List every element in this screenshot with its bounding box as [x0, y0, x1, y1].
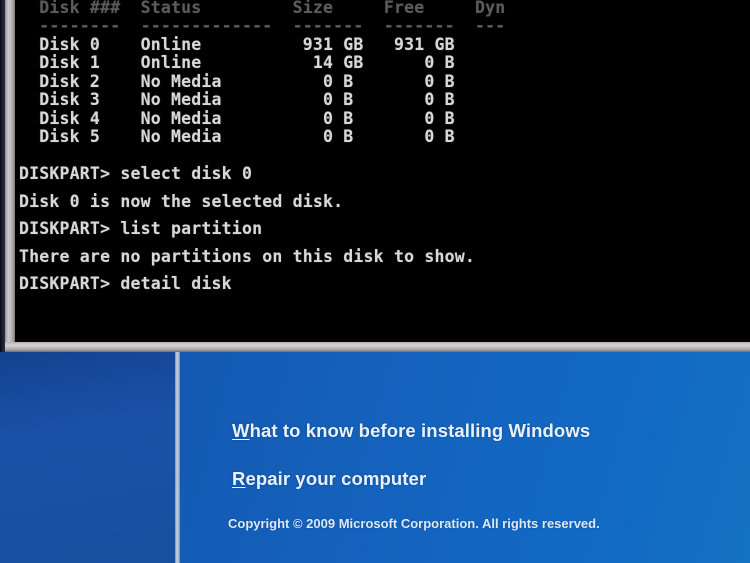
- console-window-left-border: [5, 0, 15, 352]
- setup-panel-divider: [175, 345, 180, 563]
- disk-table-header: -------- ------------- ------- ------- -…: [19, 16, 506, 35]
- copyright-notice: Copyright © 2009 Microsoft Corporation. …: [228, 516, 600, 531]
- console-line: There are no partitions on this disk to …: [19, 246, 476, 266]
- link-repair-your-computer-label: epair your computer: [245, 468, 427, 489]
- console-line: DISKPART> list partition: [19, 219, 263, 238]
- console-line: DISKPART> detail disk: [19, 274, 232, 293]
- console-line: Disk 5 No Media 0 B 0 B: [19, 127, 455, 146]
- console-line: Disk 4 No Media 0 B 0 B: [19, 108, 455, 128]
- console-line: Disk 0 Online 931 GB 931 GB: [19, 34, 455, 54]
- console-transcript: Disk ### Status Size Free Dyn -------- -…: [19, 0, 505, 294]
- console-output-surface[interactable]: Disk ### Status Size Free Dyn -------- -…: [15, 0, 750, 343]
- console-line: Disk 1 Online 14 GB 0 B: [19, 53, 455, 72]
- accelerator-key-w: W: [232, 420, 250, 441]
- console-line: Disk 0 is now the selected disk.: [19, 191, 344, 211]
- console-line: DISKPART> select disk 0: [19, 164, 253, 183]
- accelerator-key-r: R: [232, 468, 246, 489]
- console-window-bottom-border: [5, 342, 750, 352]
- setup-left-panel: [0, 345, 176, 563]
- link-what-to-know-before-installing-windows[interactable]: What to know before installing Windows: [232, 420, 738, 442]
- link-what-to-know-label: hat to know before installing Windows: [249, 420, 591, 441]
- console-line: Disk 2 No Media 0 B 0 B: [19, 71, 455, 91]
- diskpart-console-window[interactable]: Disk ### Status Size Free Dyn -------- -…: [0, 0, 750, 352]
- disk-table-header: Disk ### Status Size Free Dyn: [19, 0, 506, 17]
- link-repair-your-computer[interactable]: Repair your computer: [232, 468, 738, 490]
- console-line: Disk 3 No Media 0 B 0 B: [19, 90, 455, 109]
- setup-options-list: What to know before installing Windows R…: [228, 420, 738, 531]
